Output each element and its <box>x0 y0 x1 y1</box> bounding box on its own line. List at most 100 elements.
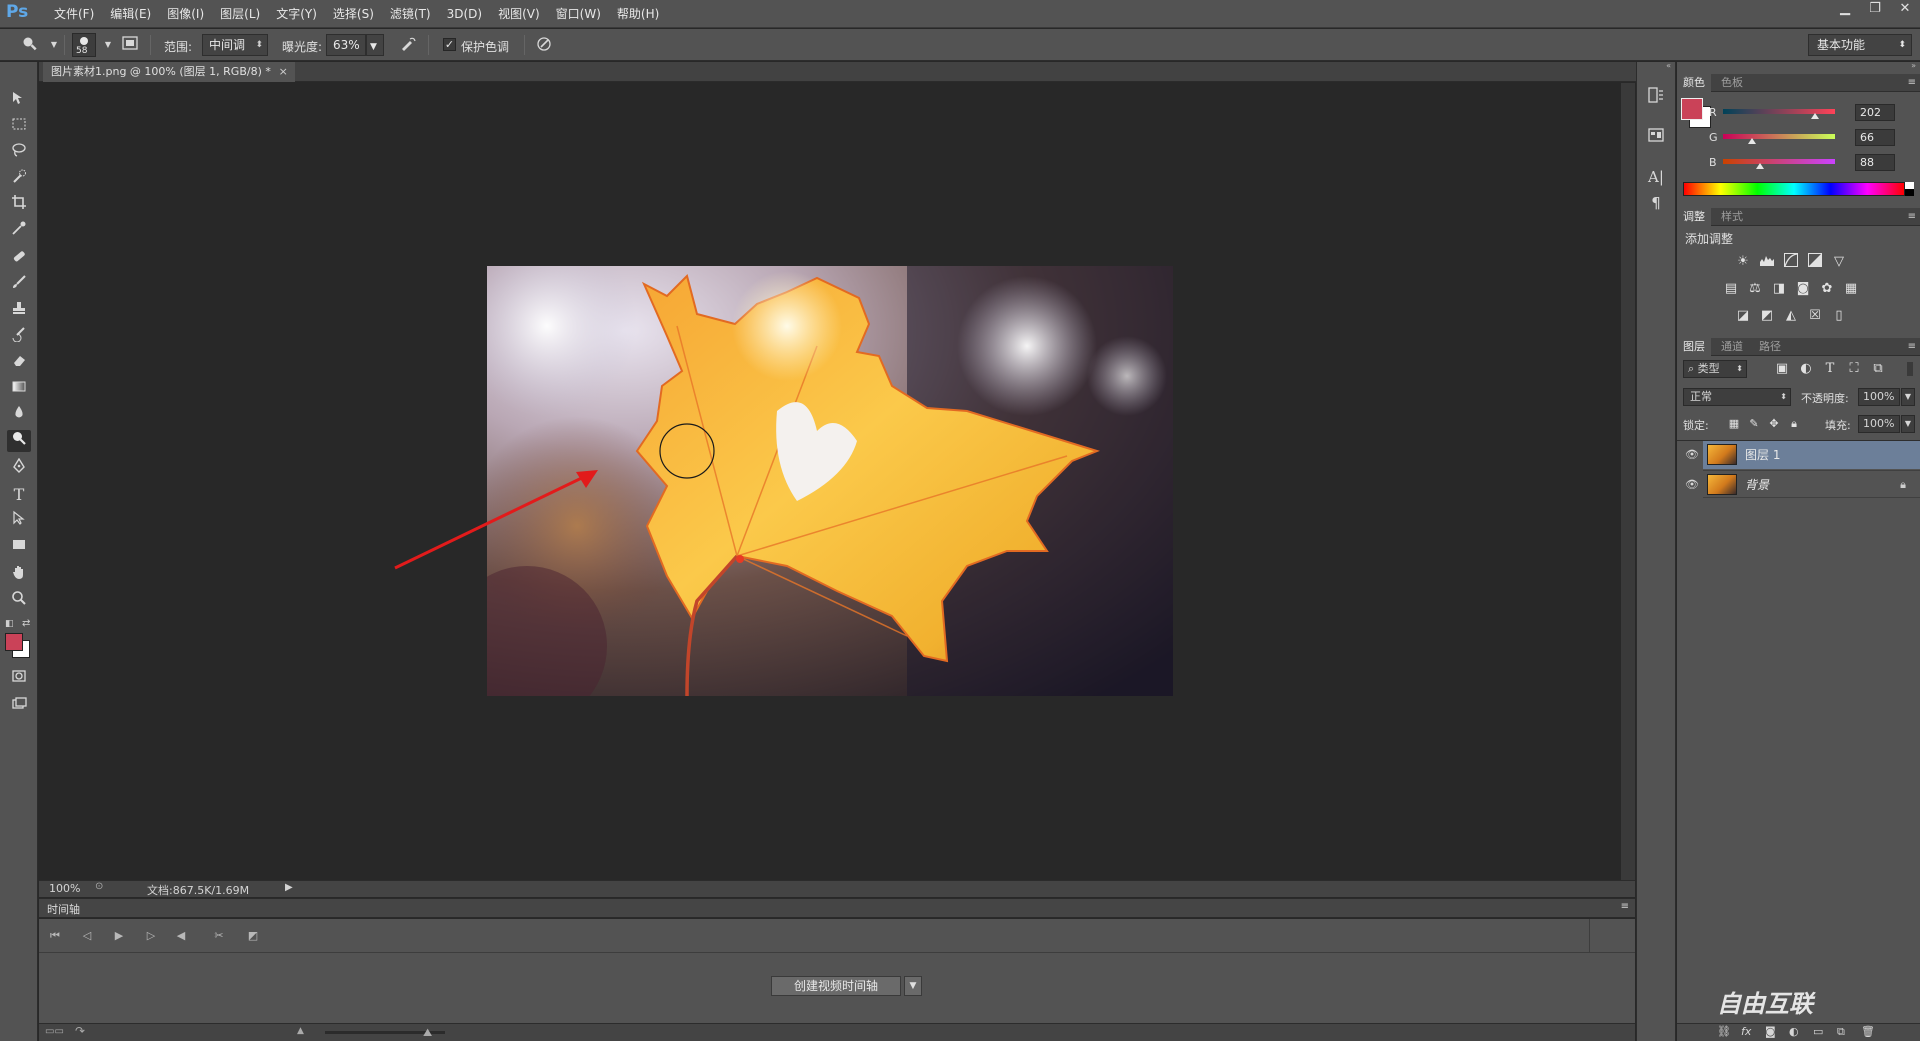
layer-style-icon[interactable]: fx <box>1741 1025 1751 1038</box>
menu-3d[interactable]: 3D(D) <box>439 0 490 28</box>
new-layer-icon[interactable]: ⧉ <box>1837 1025 1845 1039</box>
screen-mode-icon[interactable] <box>7 696 31 718</box>
selective-color-icon[interactable]: ☒ <box>1806 307 1824 325</box>
lasso-tool-icon[interactable] <box>7 142 31 164</box>
blue-value-input[interactable]: 88 <box>1855 154 1895 171</box>
menu-edit[interactable]: 编辑(E) <box>102 0 159 28</box>
close-tab-icon[interactable]: × <box>279 62 288 82</box>
tab-layers[interactable]: 图层 <box>1677 338 1711 356</box>
expand-arrows-icon[interactable]: » <box>1677 62 1920 70</box>
menu-select[interactable]: 选择(S) <box>325 0 382 28</box>
threshold-icon[interactable]: ◭ <box>1782 307 1800 325</box>
filter-toggle-switch[interactable] <box>1907 362 1913 376</box>
fill-input[interactable]: 100% <box>1858 415 1900 433</box>
menu-view[interactable]: 视图(V) <box>490 0 548 28</box>
color-spectrum-bar[interactable] <box>1683 182 1905 196</box>
marquee-tool-icon[interactable] <box>7 116 31 138</box>
render-video-icon[interactable]: ↷ <box>75 1024 85 1038</box>
filter-type-icon[interactable]: T <box>1821 360 1839 378</box>
tab-styles[interactable]: 样式 <box>1715 208 1749 226</box>
properties-panel-icon[interactable] <box>1645 126 1667 148</box>
quick-selection-tool-icon[interactable] <box>7 168 31 190</box>
workspace-select[interactable]: 基本功能 ⬍ <box>1808 34 1912 56</box>
menu-filter[interactable]: 滤镜(T) <box>382 0 439 28</box>
layer-row-layer1[interactable]: 👁︎ 图层 1 <box>1685 441 1920 469</box>
channel-mixer-icon[interactable]: ✿ <box>1818 280 1836 298</box>
next-frame-icon[interactable]: ▷ <box>141 928 161 944</box>
zoom-level[interactable]: 100% <box>49 882 80 895</box>
create-timeline-dropdown-icon[interactable]: ▼ <box>904 976 922 996</box>
link-layers-icon[interactable]: ⛓ <box>1717 1025 1731 1038</box>
layer-name[interactable]: 图层 1 <box>1745 441 1780 469</box>
eraser-tool-icon[interactable] <box>7 352 31 374</box>
default-colors-icon[interactable]: ◧ <box>5 619 15 629</box>
history-brush-tool-icon[interactable] <box>7 326 31 348</box>
tab-swatches[interactable]: 色板 <box>1715 74 1749 92</box>
panel-menu-icon[interactable]: ≡ <box>1621 901 1629 912</box>
blend-mode-select[interactable]: 正常 ⬍ <box>1683 388 1791 406</box>
gradient-map-icon[interactable]: ▯ <box>1830 307 1848 325</box>
exposure-icon[interactable] <box>1806 253 1824 271</box>
brush-panel-toggle-icon[interactable] <box>120 35 140 55</box>
color-panel-foreground-swatch[interactable] <box>1681 98 1703 120</box>
hue-saturation-icon[interactable]: ▤ <box>1722 280 1740 298</box>
play-icon[interactable]: ▶ <box>109 928 129 944</box>
lock-transparent-pixels-icon[interactable]: ▦ <box>1725 415 1743 433</box>
visibility-eye-icon[interactable]: 👁︎ <box>1681 441 1703 469</box>
tab-paths[interactable]: 路径 <box>1753 338 1787 356</box>
hand-tool-icon[interactable] <box>7 564 31 586</box>
healing-brush-tool-icon[interactable] <box>7 248 31 270</box>
add-mask-icon[interactable]: ◙ <box>1765 1025 1776 1038</box>
pen-tool-icon[interactable] <box>7 457 31 480</box>
layer-filter-kind-select[interactable]: ⌕ 类型 ⬍ <box>1683 360 1747 378</box>
menu-type[interactable]: 文字(Y) <box>268 0 325 28</box>
type-tool-icon[interactable]: T <box>7 484 31 506</box>
dodge-tool-icon[interactable] <box>7 430 31 452</box>
paragraph-panel-icon[interactable]: ¶ <box>1645 192 1667 214</box>
filter-shape-icon[interactable]: ⛶ <box>1845 360 1863 378</box>
crop-tool-icon[interactable] <box>7 194 31 216</box>
panel-menu-icon[interactable]: ≡ <box>1908 74 1916 92</box>
menu-window[interactable]: 窗口(W) <box>548 0 609 28</box>
tab-channels[interactable]: 通道 <box>1715 338 1749 356</box>
audio-icon[interactable]: ◀ <box>171 928 191 944</box>
foreground-color-swatch[interactable] <box>5 633 23 651</box>
history-panel-icon[interactable] <box>1645 86 1667 108</box>
tab-color[interactable]: 颜色 <box>1677 74 1711 92</box>
black-white-icon[interactable]: ◨ <box>1770 280 1788 298</box>
menu-help[interactable]: 帮助(H) <box>609 0 667 28</box>
photo-filter-icon[interactable]: ◙ <box>1794 280 1812 298</box>
red-value-input[interactable]: 202 <box>1855 104 1895 121</box>
character-panel-icon[interactable]: A| <box>1645 166 1667 188</box>
layer-row-background[interactable]: 👁︎ 背景 🔒︎ <box>1685 470 1920 498</box>
green-slider-track[interactable] <box>1723 134 1835 139</box>
pressure-size-icon[interactable] <box>534 35 554 55</box>
close-button[interactable]: ✕ <box>1890 0 1920 20</box>
visibility-eye-icon[interactable]: 👁︎ <box>1681 471 1703 499</box>
restore-button[interactable]: ❐ <box>1860 0 1890 20</box>
swap-colors-icon[interactable]: ⇄ <box>22 618 30 629</box>
new-adjustment-layer-icon[interactable]: ◐ <box>1789 1025 1799 1038</box>
red-slider-thumb[interactable] <box>1811 113 1819 119</box>
invert-icon[interactable]: ◪ <box>1734 307 1752 325</box>
lock-all-icon[interactable]: 🔒︎ <box>1785 415 1803 433</box>
create-video-timeline-button[interactable]: 创建视频时间轴 <box>771 976 901 996</box>
gradient-tool-icon[interactable] <box>7 378 31 400</box>
brush-tool-icon[interactable] <box>7 274 31 296</box>
fill-slider-toggle[interactable]: ▼ <box>1901 415 1915 433</box>
chevron-down-icon[interactable]: ▼ <box>98 35 118 55</box>
exposure-input[interactable]: 63% <box>326 34 366 56</box>
levels-icon[interactable] <box>1758 253 1776 271</box>
opacity-input[interactable]: 100% <box>1858 388 1900 406</box>
document-tab[interactable]: 图片素材1.png @ 100% (图层 1, RGB/8) * × <box>43 62 295 82</box>
convert-frame-animation-icon[interactable]: ▭▭ <box>45 1026 64 1037</box>
posterize-icon[interactable]: ◩ <box>1758 307 1776 325</box>
menu-file[interactable]: 文件(F) <box>46 0 102 28</box>
move-tool-icon[interactable] <box>7 90 31 112</box>
new-group-icon[interactable]: ▭ <box>1813 1025 1823 1038</box>
previous-frame-icon[interactable]: ◁ <box>77 928 97 944</box>
protect-tones-checkbox[interactable]: ✓ <box>443 38 456 51</box>
minimize-button[interactable]: ▁ <box>1830 0 1860 20</box>
color-lookup-icon[interactable]: ▦ <box>1842 280 1860 298</box>
transition-icon[interactable]: ◩ <box>243 928 263 944</box>
